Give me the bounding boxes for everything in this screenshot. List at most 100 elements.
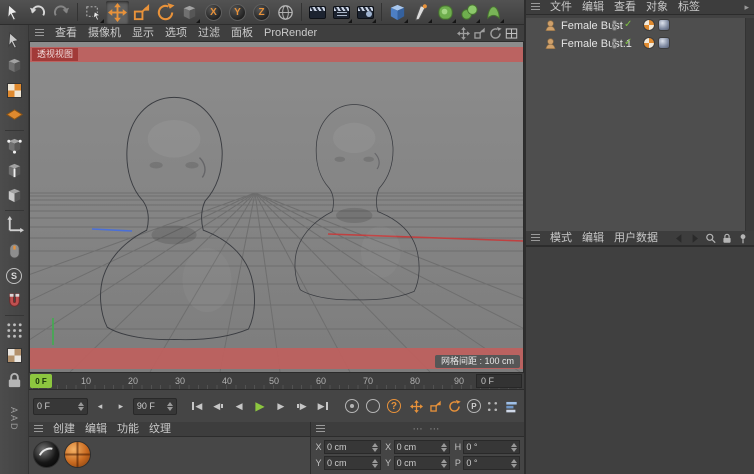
spinner[interactable] [372,443,378,452]
keying-help-button[interactable]: ? [385,397,403,415]
prev-key-mini-button[interactable]: ◂ [91,397,109,415]
am-menu-userdata[interactable]: 用户数据 [614,231,658,246]
material-tag[interactable] [643,37,655,49]
editor-visibility-dot[interactable] [612,20,617,25]
next-frame-button[interactable]: ▶ [272,397,290,415]
key-parameter-toggle[interactable]: P [466,398,482,415]
menu-overflow-chevron[interactable]: ▸ [744,0,749,15]
object-name[interactable]: Female Bust.1 [561,38,632,50]
prev-key-button[interactable]: ◀ [209,397,227,415]
points-mode-button[interactable] [2,133,27,158]
position-x-field[interactable]: 0 cm [324,440,381,454]
panel-grip[interactable] [34,425,43,434]
play-button[interactable]: ▶ [251,397,269,415]
om-menu-tag[interactable]: 标签 [678,0,700,15]
move-tool-button[interactable] [106,1,129,24]
material-thumb-1[interactable] [33,441,60,468]
edges-mode-button[interactable] [2,158,27,183]
material-menu-create[interactable]: 创建 [53,422,75,437]
viewport-toggle-button[interactable] [505,27,518,40]
end-frame-spinner[interactable] [167,402,173,411]
spinner[interactable] [511,443,517,452]
spinner[interactable] [511,459,517,468]
material-tag[interactable] [643,19,655,31]
playhead[interactable]: 0 F [30,374,52,388]
object-list-scrollbar[interactable] [745,18,754,231]
viewport-menu-camera[interactable]: 摄像机 [88,25,121,42]
key-position-toggle[interactable] [409,398,425,415]
magnet-snap-button[interactable] [2,288,27,313]
render-picture-viewer-button[interactable] [330,1,353,24]
female-bust-1-model[interactable] [280,100,430,302]
coordinate-system-button[interactable] [274,1,297,24]
make-editable-button[interactable] [2,28,27,53]
spinner[interactable] [441,443,447,452]
visibility-toggles[interactable] [612,20,617,31]
rotate-tool-button[interactable] [154,1,177,24]
viewport-zoom-button[interactable] [473,27,486,40]
drag-dots[interactable]: ⋯ ⋯ [413,422,442,437]
pin-button[interactable] [737,232,749,244]
panel-grip[interactable] [35,29,44,38]
lock-attributes-button[interactable] [721,232,733,244]
render-view-button[interactable] [306,1,329,24]
search-button[interactable] [705,232,717,244]
object-row[interactable]: Female Bust ✓ [526,18,754,33]
viewport-menu-prorender[interactable]: ProRender [264,25,317,42]
key-rotation-toggle[interactable] [447,398,463,415]
grid-quantize-button[interactable] [2,318,27,343]
add-primitive-button[interactable] [386,1,409,24]
viewport-pan-button[interactable] [457,27,470,40]
selection-cursor-button[interactable] [2,1,25,24]
generators-button[interactable] [458,1,481,24]
phong-tag[interactable] [658,19,670,31]
object-row[interactable]: Female Bust.1 ✓ [526,36,754,51]
undo-button[interactable] [26,1,49,24]
material-menu-function[interactable]: 功能 [117,422,139,437]
z-axis-lock-button[interactable]: Z [250,1,273,24]
enable-axis-button[interactable] [2,213,27,238]
viewport-menu-view[interactable]: 查看 [55,25,77,42]
deformers-button[interactable] [482,1,505,24]
timeline-editor-button[interactable] [504,398,520,415]
panel-grip[interactable] [316,425,325,434]
panel-grip[interactable] [531,234,540,243]
prev-frame-button[interactable]: ◀ [230,397,248,415]
autokey-button[interactable] [364,397,382,415]
model-mode-button[interactable] [2,53,27,78]
goto-start-button[interactable]: ◀ [188,397,206,415]
visibility-toggles[interactable] [612,38,617,49]
viewport-menu-options[interactable]: 选项 [165,25,187,42]
record-keyframe-button[interactable] [343,397,361,415]
redo-button[interactable] [50,1,73,24]
material-thumb-2[interactable] [64,441,91,468]
texture-mode-button[interactable] [2,78,27,103]
rotation-p-field[interactable]: 0 ° [463,456,520,470]
editor-visibility-dot[interactable] [612,38,617,43]
recent-tool-button[interactable] [178,1,201,24]
spinner[interactable] [441,459,447,468]
frame-spinner[interactable] [78,402,84,411]
female-bust-model[interactable] [94,88,256,346]
spline-pen-button[interactable] [410,1,433,24]
viewport-menu-panel[interactable]: 面板 [231,25,253,42]
history-back-button[interactable] [673,232,685,244]
key-scale-toggle[interactable] [428,398,444,415]
viewport-rotate-button[interactable] [489,27,502,40]
material-menu-texture[interactable]: 纹理 [149,422,171,437]
am-menu-edit[interactable]: 编辑 [582,231,604,246]
viewport-canvas[interactable]: 透视视图 网格间距 : 100 cm [29,42,524,372]
workplane-lock-button[interactable] [2,343,27,368]
viewport-menu-filter[interactable]: 过滤 [198,25,220,42]
key-pla-toggle[interactable] [485,398,501,415]
next-key-mini-button[interactable]: ▸ [112,397,130,415]
am-menu-mode[interactable]: 模式 [550,231,572,246]
scale-tool-button[interactable] [130,1,153,24]
rotation-h-field[interactable]: 0 ° [463,440,520,454]
size-y-field[interactable]: 0 cm [394,456,451,470]
y-axis-lock-button[interactable]: Y [226,1,249,24]
panel-grip[interactable] [531,3,540,12]
snap-toggle-button[interactable]: S [2,263,27,288]
next-key-button[interactable]: ▶ [293,397,311,415]
render-settings-button[interactable] [354,1,377,24]
